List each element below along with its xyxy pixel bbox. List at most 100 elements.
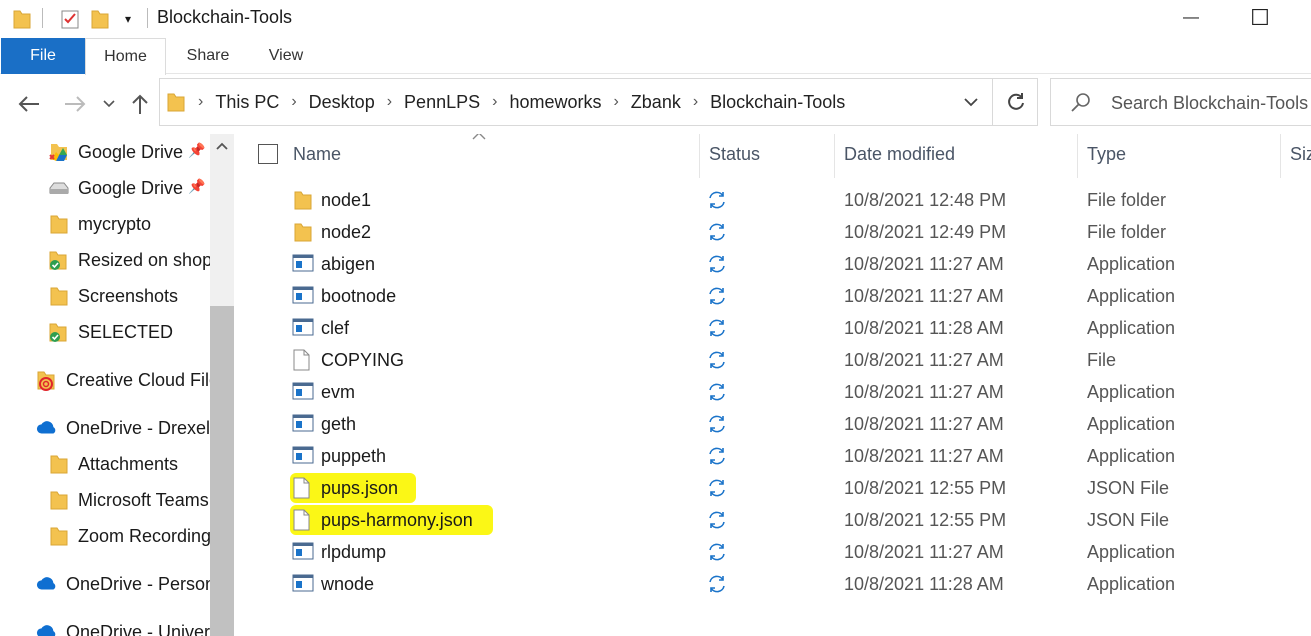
breadcrumb-zbank[interactable]: Zbank bbox=[631, 92, 681, 113]
nav-item-microsoft-teams[interactable]: Microsoft Teams bbox=[48, 484, 209, 516]
tab-view[interactable]: View bbox=[250, 38, 322, 74]
navigation-pane: Google Drive 📌 Google Drive 📌 mycrypto R… bbox=[0, 134, 210, 636]
column-divider[interactable] bbox=[1280, 134, 1281, 178]
search-icon bbox=[1071, 93, 1090, 112]
folder-icon[interactable] bbox=[10, 7, 34, 31]
file-row[interactable]: node2 10/8/2021 12:49 PM File folder bbox=[234, 216, 1311, 248]
file-date-modified: 10/8/2021 12:55 PM bbox=[844, 478, 1007, 498]
breadcrumb-this-pc[interactable]: This PC bbox=[215, 92, 279, 113]
nav-item-onedrive-personal[interactable]: OneDrive - Personal bbox=[36, 568, 210, 600]
breadcrumb-separator[interactable]: › bbox=[198, 93, 203, 111]
forward-button[interactable] bbox=[60, 90, 90, 118]
folder-icon bbox=[48, 489, 70, 511]
breadcrumb-desktop[interactable]: Desktop bbox=[309, 92, 375, 113]
column-divider[interactable] bbox=[1077, 134, 1078, 178]
file-type: File bbox=[1087, 350, 1117, 370]
nav-scrollbar[interactable] bbox=[210, 134, 234, 636]
file-type: Application bbox=[1087, 414, 1176, 434]
recent-locations-dropdown[interactable] bbox=[100, 90, 118, 118]
nav-item-screenshots[interactable]: Screenshots bbox=[48, 280, 178, 312]
nav-item-mycrypto[interactable]: mycrypto bbox=[48, 208, 151, 240]
refresh-button[interactable] bbox=[992, 79, 1038, 125]
nav-item-label: SELECTED bbox=[78, 321, 174, 342]
column-header-date-modified[interactable]: Date modified bbox=[844, 134, 955, 174]
file-name: evm bbox=[321, 382, 356, 402]
breadcrumb-homeworks[interactable]: homeworks bbox=[509, 92, 601, 113]
file-row[interactable]: pups.json 10/8/2021 12:55 PM JSON File bbox=[234, 472, 1311, 504]
application-icon bbox=[292, 413, 314, 435]
nav-item-onedrive-drexel[interactable]: OneDrive - Drexel bbox=[36, 412, 210, 444]
tab-share[interactable]: Share bbox=[170, 38, 246, 74]
file-row[interactable]: wnode 10/8/2021 11:28 AM Application bbox=[234, 568, 1311, 600]
maximize-button[interactable]: ☐ bbox=[1237, 0, 1283, 36]
folder-icon bbox=[292, 189, 314, 211]
customize-toolbar-dropdown-icon[interactable]: ▾ bbox=[118, 7, 138, 31]
column-header-type[interactable]: Type bbox=[1087, 134, 1126, 174]
file-name: node2 bbox=[321, 222, 372, 242]
nav-item-zoom-recordings[interactable]: Zoom Recordings bbox=[48, 520, 210, 552]
file-row[interactable]: rlpdump 10/8/2021 11:27 AM Application bbox=[234, 536, 1311, 568]
new-folder-icon[interactable] bbox=[88, 7, 112, 31]
back-button[interactable] bbox=[14, 90, 44, 118]
properties-icon[interactable] bbox=[58, 7, 82, 31]
select-all-checkbox[interactable] bbox=[258, 144, 278, 164]
sync-status-icon bbox=[706, 573, 728, 595]
breadcrumb-pennlps[interactable]: PennLPS bbox=[404, 92, 480, 113]
nav-item-attachments[interactable]: Attachments bbox=[48, 448, 178, 480]
nav-item-creative-cloud-files[interactable]: Creative Cloud Files bbox=[36, 364, 210, 396]
nav-item-resized-on-shop[interactable]: Resized on shop bbox=[48, 244, 210, 276]
chevron-down-icon bbox=[964, 97, 978, 106]
nav-item-google-drive[interactable]: Google Drive 📌 bbox=[48, 136, 205, 168]
nav-item-label: Google Drive bbox=[78, 177, 184, 198]
file-name: abigen bbox=[321, 254, 376, 274]
scroll-thumb[interactable] bbox=[210, 306, 234, 636]
nav-item-google-drive-disk[interactable]: Google Drive 📌 bbox=[48, 172, 205, 204]
tab-home[interactable]: Home bbox=[85, 38, 166, 75]
file-row[interactable]: geth 10/8/2021 11:27 AM Application bbox=[234, 408, 1311, 440]
folder-icon bbox=[292, 221, 314, 243]
address-bar[interactable]: › This PC › Desktop › PennLPS › homework… bbox=[159, 78, 1038, 126]
file-row[interactable]: puppeth 10/8/2021 11:27 AM Application bbox=[234, 440, 1311, 472]
file-row[interactable]: pups-harmony.json 10/8/2021 12:55 PM JSON … bbox=[234, 504, 1311, 536]
address-history-dropdown[interactable] bbox=[952, 79, 990, 125]
breadcrumb-blockchain-tools[interactable]: Blockchain-Tools bbox=[710, 92, 845, 113]
nav-item-onedrive-university[interactable]: OneDrive - Univers bbox=[36, 616, 210, 636]
breadcrumb-separator[interactable]: › bbox=[693, 93, 698, 111]
column-header-name[interactable]: Name bbox=[293, 134, 341, 174]
breadcrumb-separator[interactable]: › bbox=[291, 93, 296, 111]
column-divider[interactable] bbox=[699, 134, 700, 178]
column-header-size[interactable]: Siz bbox=[1290, 134, 1311, 174]
nav-item-label: Google Drive bbox=[78, 141, 184, 162]
nav-item-label: mycrypto bbox=[78, 213, 152, 234]
column-header-status[interactable]: Status bbox=[709, 134, 760, 174]
file-row[interactable]: evm 10/8/2021 11:27 AM Application bbox=[234, 376, 1311, 408]
file-date-modified: 10/8/2021 11:27 AM bbox=[844, 542, 1004, 562]
breadcrumb-separator[interactable]: › bbox=[492, 93, 497, 111]
breadcrumb-separator[interactable]: › bbox=[387, 93, 392, 111]
file-row[interactable]: bootnode 10/8/2021 11:27 AM Application bbox=[234, 280, 1311, 312]
column-divider[interactable] bbox=[834, 134, 835, 178]
search-input[interactable]: Search Blockchain-Tools bbox=[1050, 78, 1311, 126]
nav-item-label: Microsoft Teams bbox=[78, 489, 209, 510]
nav-item-selected[interactable]: SELECTED bbox=[48, 316, 173, 348]
scroll-up-button[interactable] bbox=[210, 136, 234, 156]
file-row[interactable]: abigen 10/8/2021 11:27 AM Application bbox=[234, 248, 1311, 280]
file-date-modified: 10/8/2021 11:27 AM bbox=[844, 286, 1004, 306]
minimize-button[interactable]: — bbox=[1168, 0, 1214, 36]
folder-synced-icon bbox=[48, 249, 70, 271]
breadcrumb-separator[interactable]: › bbox=[613, 93, 618, 111]
file-row[interactable]: clef 10/8/2021 11:28 AM Application bbox=[234, 312, 1311, 344]
file-date-modified: 10/8/2021 11:27 AM bbox=[844, 414, 1004, 434]
file-date-modified: 10/8/2021 11:28 AM bbox=[844, 318, 1004, 338]
title-bar: ▾ Blockchain-Tools — ☐ bbox=[0, 0, 1311, 38]
nav-item-label: OneDrive - Univers bbox=[66, 621, 210, 636]
up-button[interactable] bbox=[126, 90, 154, 118]
tab-file[interactable]: File bbox=[1, 38, 85, 74]
file-row[interactable]: COPYING 10/8/2021 11:27 AM File bbox=[234, 344, 1311, 376]
pin-icon: 📌 bbox=[188, 142, 206, 158]
file-name: rlpdump bbox=[321, 542, 387, 562]
sync-status-icon bbox=[706, 221, 728, 243]
forward-arrow-icon bbox=[65, 96, 86, 112]
file-row[interactable]: node1 10/8/2021 12:48 PM File folder bbox=[234, 184, 1311, 216]
file-type: Application bbox=[1087, 574, 1176, 594]
